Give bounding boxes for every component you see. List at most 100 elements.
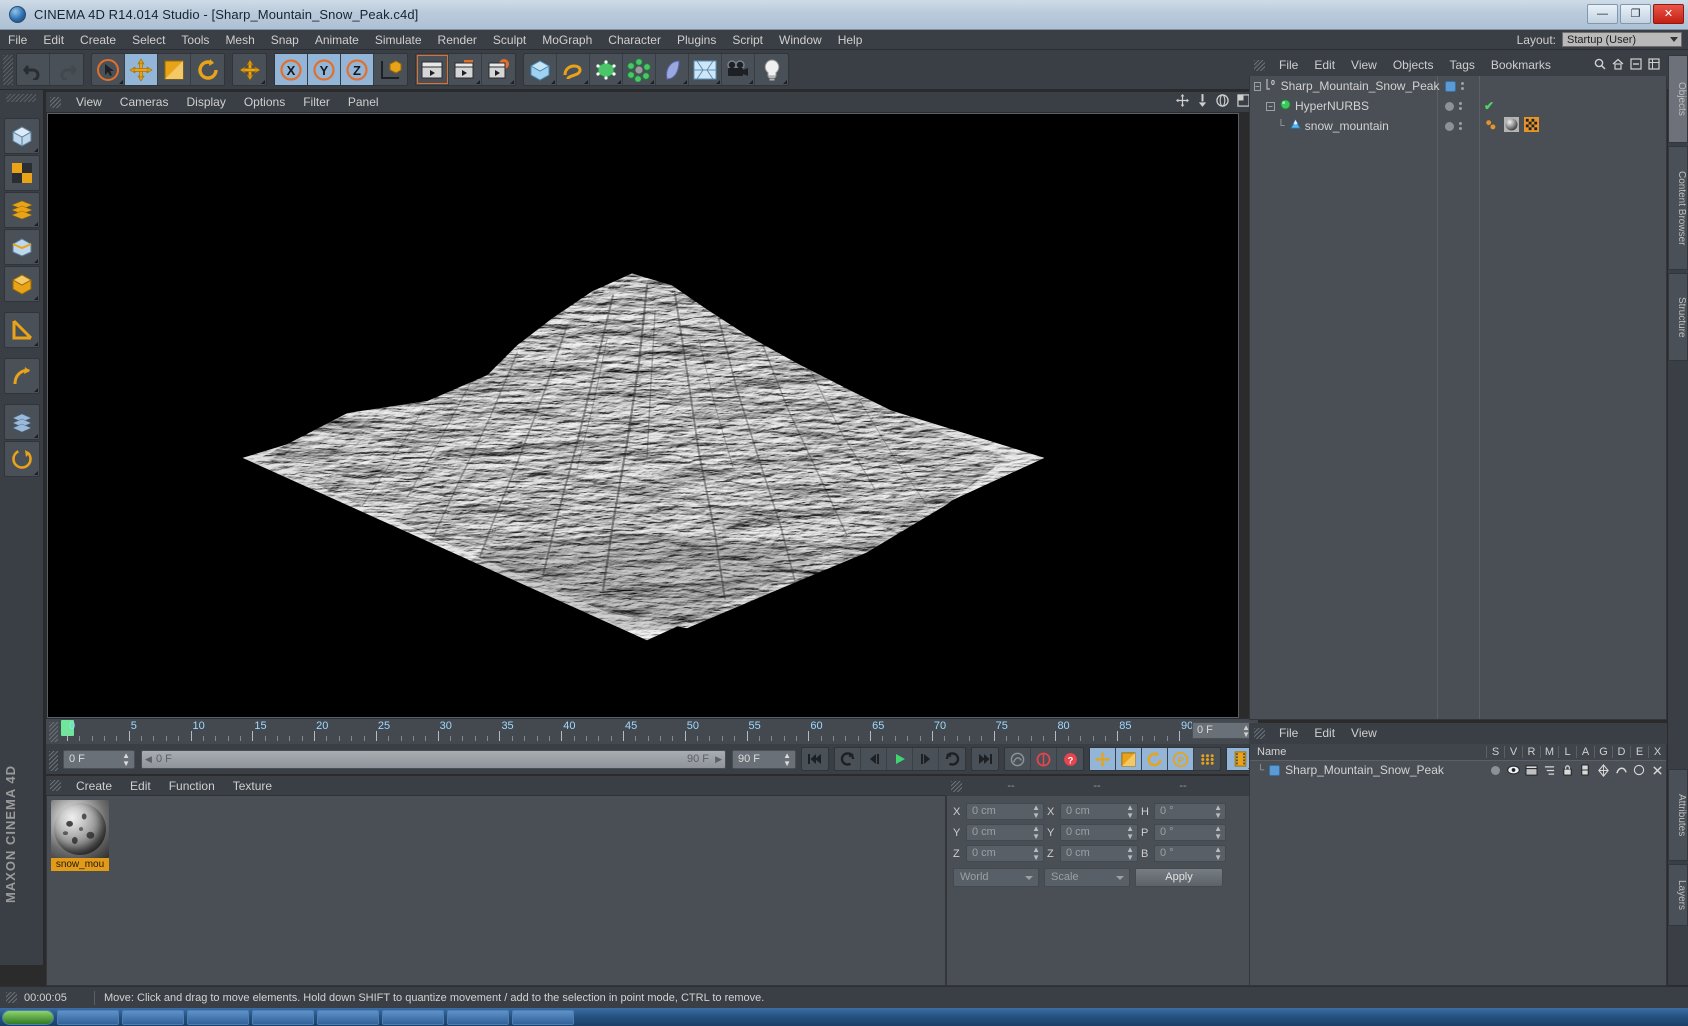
visibility-row-snow-mountain[interactable] (1438, 116, 1479, 136)
layer-col-g[interactable]: G (1594, 746, 1612, 758)
menu-script[interactable]: Script (724, 30, 771, 50)
dolly-view-icon[interactable] (1197, 94, 1208, 110)
material-menu-create[interactable]: Create (67, 776, 121, 796)
spinner-icon[interactable]: ▲ ▼ (1214, 804, 1222, 820)
object-menu-file[interactable]: File (1271, 55, 1306, 76)
layer-animation-cell[interactable] (1576, 764, 1594, 776)
object-row-root[interactable]: − 0 Sharp_Mountain_Snow_Peak (1250, 76, 1439, 96)
size-y-input[interactable]: 0 cm ▲ ▼ (1060, 824, 1138, 841)
taskbar-item[interactable] (447, 1009, 509, 1025)
material-menu-edit[interactable]: Edit (121, 776, 160, 796)
points-mode-button[interactable] (3, 192, 40, 228)
layer-col-r[interactable]: R (1522, 746, 1540, 758)
tab-layers[interactable]: Layers (1668, 864, 1688, 926)
texture-mode-button[interactable] (3, 155, 40, 191)
menu-animate[interactable]: Animate (307, 30, 367, 50)
gray-circle-icon[interactable] (1445, 101, 1454, 111)
viewport-menu-display[interactable]: Display (177, 92, 234, 112)
layer-manager-grip[interactable] (1254, 728, 1265, 739)
object-tags-column[interactable]: ✔ (1480, 76, 1666, 719)
taskbar-item[interactable] (122, 1009, 184, 1025)
tab-structure[interactable]: Structure (1668, 273, 1688, 361)
layer-list[interactable]: Name S V R M L A G D E X └ Sharp_Mountai… (1249, 744, 1667, 986)
polygons-mode-button[interactable] (3, 266, 40, 302)
timeline-current-frame-field[interactable]: 0 F ▲ ▼ (1192, 722, 1254, 739)
layer-col-e[interactable]: E (1630, 746, 1648, 758)
status-bar-grip[interactable] (6, 992, 17, 1003)
range-left-handle-icon[interactable]: ◀ (145, 754, 152, 765)
pla-key-button[interactable] (1194, 748, 1220, 770)
record-active-objects-button[interactable] (1005, 748, 1031, 770)
menu-sculpt[interactable]: Sculpt (485, 30, 534, 50)
gray-circle-icon[interactable] (1445, 121, 1454, 131)
coordinates-grip[interactable] (951, 780, 962, 792)
viewport-menu-panel[interactable]: Panel (339, 92, 388, 112)
object-menu-objects[interactable]: Objects (1385, 55, 1442, 76)
coordinate-mode-dropdown[interactable]: Scale (1044, 868, 1130, 887)
taskbar-item[interactable] (382, 1009, 444, 1025)
viewport-menu-view[interactable]: View (67, 92, 111, 112)
render-region-button[interactable] (449, 54, 482, 85)
spinner-icon[interactable]: ▲ ▼ (1126, 804, 1134, 820)
taskbar-item[interactable] (317, 1009, 379, 1025)
go-to-next-key-button[interactable] (939, 748, 965, 770)
menu-snap[interactable]: Snap (263, 30, 307, 50)
menu-tools[interactable]: Tools (173, 30, 217, 50)
apply-button[interactable]: Apply (1135, 868, 1223, 887)
home-icon[interactable] (1612, 58, 1624, 73)
blue-square-icon[interactable] (1445, 80, 1456, 92)
minimize-button[interactable]: — (1587, 3, 1618, 24)
tab-attributes[interactable]: Attributes (1668, 769, 1688, 861)
enabled-check-icon[interactable]: ✔ (1484, 99, 1494, 113)
palette-grip[interactable] (6, 94, 36, 102)
size-z-input[interactable]: 0 cm ▲ ▼ (1060, 845, 1138, 862)
play-button[interactable] (887, 748, 913, 770)
timeline-frames-area[interactable]: 0 5 10 15 20 25 30 35 40 45 50 55 60 65 70 75 80 85 90 (61, 719, 1258, 745)
add-cube-button[interactable] (524, 54, 557, 85)
close-button[interactable]: ✕ (1653, 3, 1684, 24)
add-array-button[interactable] (623, 54, 656, 85)
layer-col-d[interactable]: D (1612, 746, 1630, 758)
spinner-icon[interactable]: ▲ ▼ (1032, 846, 1040, 862)
layer-deformer-cell[interactable] (1612, 764, 1630, 776)
lock-y-axis-button[interactable]: Y (308, 54, 341, 85)
layer-col-v[interactable]: V (1504, 746, 1522, 758)
expand-collapse-icon[interactable]: − (1254, 81, 1261, 91)
world-coordinates-button[interactable] (233, 54, 266, 85)
texture-checker-tag-icon[interactable] (1524, 117, 1539, 135)
object-tree[interactable]: − 0 Sharp_Mountain_Snow_Peak − HyperNURB… (1250, 76, 1439, 719)
pos-x-input[interactable]: 0 cm ▲ ▼ (966, 803, 1044, 820)
layer-xref-cell[interactable] (1648, 765, 1666, 776)
object-visibility-column[interactable] (1438, 76, 1480, 719)
viewport-menu-cameras[interactable]: Cameras (111, 92, 178, 112)
taskbar-item[interactable] (187, 1009, 249, 1025)
menu-plugins[interactable]: Plugins (669, 30, 724, 50)
redo-button[interactable] (50, 54, 83, 85)
taskbar-item[interactable] (512, 1009, 574, 1025)
phong-tag-icon[interactable] (1484, 118, 1499, 135)
spinner-icon[interactable]: ▲ ▼ (1032, 825, 1040, 841)
range-right-handle-icon[interactable]: ▶ (715, 754, 722, 765)
rotation-key-button[interactable] (1142, 748, 1168, 770)
start-button[interactable] (2, 1009, 54, 1025)
layer-menu-file[interactable]: File (1271, 723, 1306, 744)
timeline-bar-grip[interactable] (49, 750, 58, 771)
spinner-icon[interactable]: ▲ ▼ (122, 751, 130, 768)
layer-menu-view[interactable]: View (1343, 723, 1385, 744)
viewport-grip[interactable] (50, 96, 61, 108)
maximize-button[interactable]: ❐ (1620, 3, 1651, 24)
menu-help[interactable]: Help (830, 30, 871, 50)
layer-col-x[interactable]: X (1648, 746, 1666, 758)
layer-col-m[interactable]: M (1540, 746, 1558, 758)
object-menu-edit[interactable]: Edit (1306, 55, 1343, 76)
max-frame-input[interactable]: 90 F ▲ ▼ (732, 749, 796, 769)
world-object-toggle-button[interactable] (374, 54, 407, 85)
menu-mesh[interactable]: Mesh (217, 30, 262, 50)
spinner-icon[interactable]: ▲ ▼ (1126, 846, 1134, 862)
visibility-dots-icon[interactable] (1459, 122, 1462, 130)
taskbar-item[interactable] (252, 1009, 314, 1025)
viewport-solo-button[interactable] (3, 441, 40, 477)
collapse-icon[interactable] (1630, 58, 1642, 73)
go-to-start-button[interactable] (802, 748, 828, 770)
menu-edit[interactable]: Edit (35, 30, 72, 50)
